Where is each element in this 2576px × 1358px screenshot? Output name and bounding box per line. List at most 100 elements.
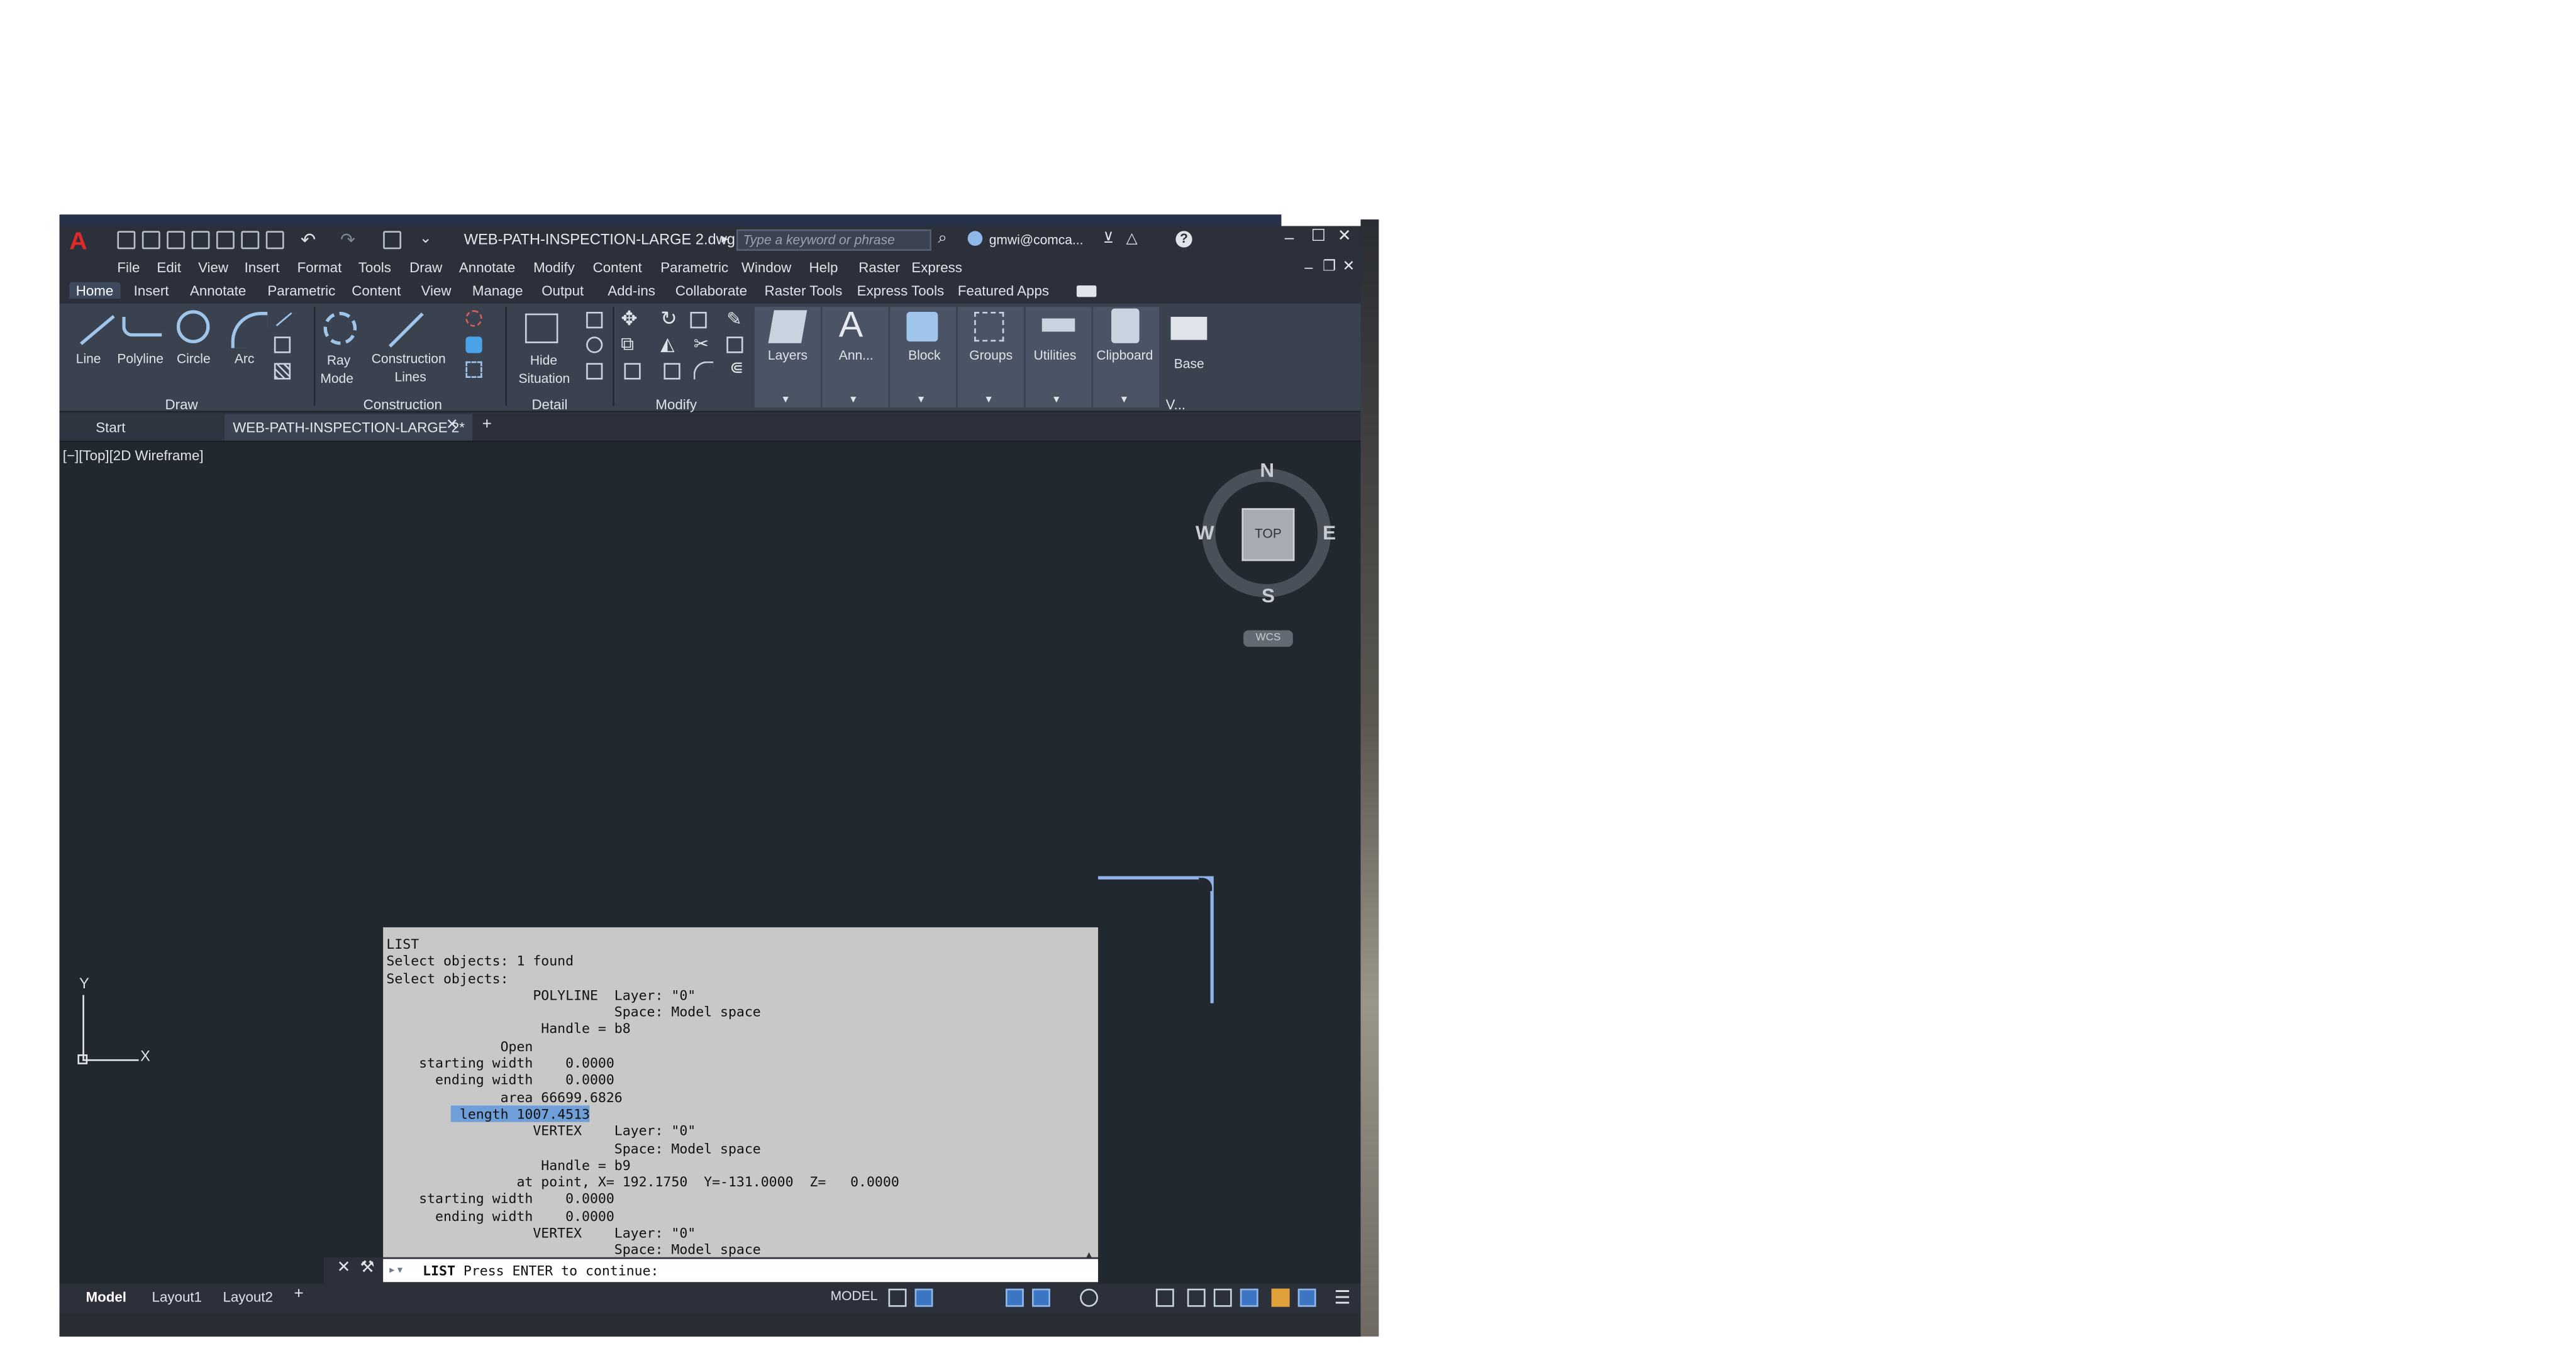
new-icon[interactable] [117,231,136,250]
utilities-dropdown-icon[interactable]: ▾ [1053,393,1059,406]
circle-button[interactable]: Circle [177,351,211,367]
base-button[interactable]: Base [1174,356,1204,372]
lines-label[interactable]: Lines [395,370,426,385]
settings-icon[interactable] [1080,1288,1099,1307]
block-dropdown-icon[interactable]: ▾ [918,393,924,406]
polyline-segment[interactable] [1098,876,1211,879]
model-space-toggle[interactable]: MODEL [831,1289,878,1304]
plot-icon[interactable] [265,231,284,250]
wcs-menu[interactable]: WCS [1243,630,1293,647]
offset-icon[interactable]: ⋐ [730,360,744,378]
save-icon[interactable] [167,231,186,250]
draw-panel-title[interactable]: Draw [165,396,198,412]
arc-button[interactable]: Arc [235,351,255,367]
ortho-icon[interactable] [961,1289,979,1307]
doc-close-icon[interactable]: ✕ [1343,257,1355,275]
groups-icon[interactable] [974,312,1004,342]
command-input[interactable]: ▸▾ LIST Press ENTER to continue: [383,1259,1099,1283]
doc-minimize-icon[interactable]: – [1304,259,1313,275]
crosshair-icon[interactable] [1126,1289,1145,1307]
tab-express-tools[interactable]: Express Tools [857,282,945,299]
file-tab-start[interactable]: Start [59,414,225,441]
tab-featured-apps[interactable]: Featured Apps [958,282,1049,299]
hide-label[interactable]: Hide [530,353,557,368]
tab-parametric[interactable]: Parametric [267,282,335,299]
save-as-icon[interactable] [191,231,210,250]
menu-help[interactable]: Help [809,259,838,275]
menu-tools[interactable]: Tools [358,259,391,275]
fillet-icon[interactable] [693,361,714,380]
menu-parametric[interactable]: Parametric [660,259,728,275]
construction-label[interactable]: Construction [372,351,446,367]
circle-icon[interactable] [176,310,210,343]
mirror-icon[interactable]: ◭ [660,333,674,355]
customization-menu-icon[interactable]: ☰ [1334,1287,1350,1308]
user-account[interactable]: gmwi@comca... [989,233,1084,248]
user-icon[interactable] [967,231,983,246]
copy-icon[interactable]: ⧉ [621,335,634,356]
compass-east[interactable]: E [1323,521,1336,544]
compass-west[interactable]: W [1196,521,1214,544]
add-layout-icon[interactable]: + [294,1285,303,1303]
hide-situation-icon[interactable] [525,313,558,343]
line-small-icon[interactable] [274,310,292,326]
hatch-icon[interactable] [274,363,291,380]
construction-panel-title[interactable]: Construction [364,396,442,412]
menu-content[interactable]: Content [593,259,642,275]
menu-draw[interactable]: Draw [409,259,442,275]
compass-south[interactable]: S [1262,584,1275,607]
utilities-icon[interactable] [1041,318,1075,332]
units-icon[interactable] [1271,1288,1290,1307]
circle-tool-icon[interactable] [465,310,482,327]
tab-view[interactable]: View [421,282,452,299]
tab-raster-tools[interactable]: Raster Tools [765,282,843,299]
open-icon[interactable] [142,231,160,250]
detail-panel-title[interactable]: Detail [531,396,567,412]
tab-content[interactable]: Content [352,282,401,299]
annotation-icon[interactable]: A [839,304,863,346]
layers-dropdown-icon[interactable]: ▾ [783,393,789,406]
annotation-dropdown-icon[interactable]: ▾ [850,393,856,406]
layers-icon[interactable] [768,310,808,343]
tab-annotate[interactable]: Annotate [190,282,246,299]
detail-view-icon[interactable] [586,336,603,353]
mode-label[interactable]: Mode [320,372,353,387]
clipboard-icon[interactable] [1111,308,1140,343]
clipboard-button[interactable]: Clipboard [1096,348,1153,363]
doc-restore-icon[interactable]: ❐ [1323,257,1336,275]
clipboard-dropdown-icon[interactable]: ▾ [1121,393,1127,406]
modify-panel-title[interactable]: Modify [655,396,697,412]
file-tab-document[interactable]: WEB-PATH-INSPECTION-LARGE 2* ✕ [225,414,472,441]
rotate-icon[interactable]: ↻ [660,307,677,330]
menu-window[interactable]: Window [741,259,791,275]
maximize-icon[interactable]: ☐ [1311,228,1326,246]
menu-format[interactable]: Format [297,259,342,275]
block-button[interactable]: Block [908,348,940,363]
construction-lines-icon[interactable] [383,310,424,350]
erase-icon[interactable]: ✎ [726,309,741,329]
minimize-icon[interactable]: – [1285,229,1294,248]
hardware-acceleration-icon[interactable] [1240,1288,1258,1307]
tab-add-ins[interactable]: Add-ins [608,282,655,299]
situation-label[interactable]: Situation [518,372,570,387]
scale-icon[interactable] [663,363,680,380]
quick-properties-icon[interactable] [1297,1288,1316,1307]
annotation-visibility-icon[interactable] [1155,1288,1174,1307]
viewport-controls[interactable]: [−][Top][2D Wireframe] [63,447,204,463]
detail-tool-icon[interactable] [586,312,603,329]
view-panel-title[interactable]: V... [1166,396,1185,412]
search-icon[interactable]: ⌕ [938,229,947,248]
stretch-icon[interactable] [624,363,641,380]
polyline-icon[interactable] [122,316,162,337]
cart-icon[interactable]: ⊻ [1103,229,1114,248]
close-icon[interactable]: ✕ [1338,228,1352,246]
menu-insert[interactable]: Insert [245,259,280,275]
customize-qat-icon[interactable]: ⌄ [419,229,432,248]
menu-file[interactable]: File [117,259,140,275]
line-icon[interactable] [73,310,115,350]
isolate-objects-icon[interactable] [1213,1288,1232,1307]
layout-tab-layout1[interactable]: Layout1 [152,1289,202,1305]
menu-modify[interactable]: Modify [533,259,575,275]
layers-button[interactable]: Layers [768,348,808,363]
new-tab-icon[interactable]: + [482,416,492,434]
